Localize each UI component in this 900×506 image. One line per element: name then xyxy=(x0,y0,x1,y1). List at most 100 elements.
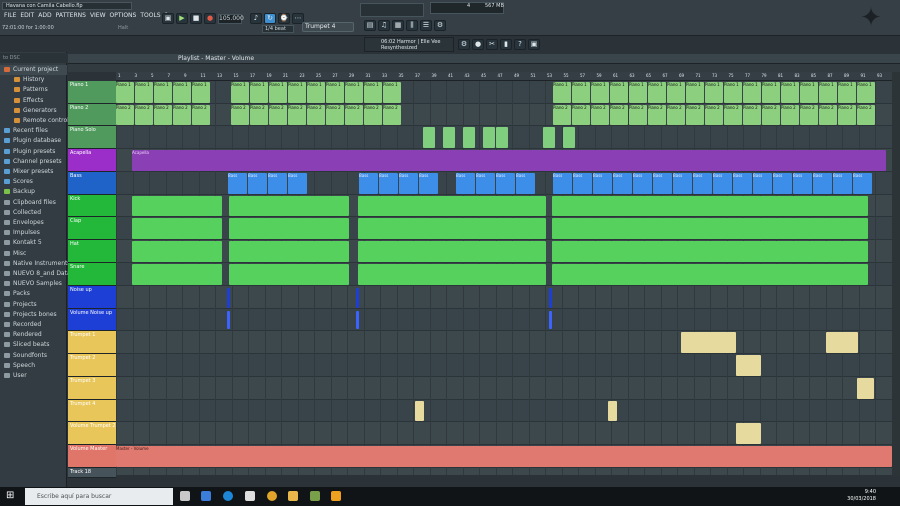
pattern-clip[interactable]: Bass xyxy=(593,173,612,194)
pattern-clip[interactable] xyxy=(549,311,552,329)
menu-options[interactable]: OPTIONS xyxy=(110,12,137,20)
pattern-clip[interactable]: Piano 2 xyxy=(724,105,742,125)
pattern-clip[interactable]: Piano 2 xyxy=(667,105,685,125)
pattern-clip[interactable]: Bass xyxy=(268,173,287,194)
pattern-clip[interactable]: Bass xyxy=(359,173,378,194)
pattern-clip[interactable]: Piano 1 xyxy=(135,82,153,103)
pattern-clip[interactable]: Bass xyxy=(379,173,398,194)
pattern-clip[interactable]: Piano 2 xyxy=(307,105,325,125)
cut-icon[interactable]: ✂ xyxy=(486,39,498,50)
pattern-clip[interactable]: Piano 1 xyxy=(838,82,856,103)
track-header[interactable]: Trumpet 2 xyxy=(68,354,116,377)
pattern-clip[interactable]: Bass xyxy=(713,173,732,194)
view-playlist-icon[interactable]: ▤ xyxy=(364,20,376,31)
pattern-selector[interactable]: Trumpet 4 xyxy=(302,22,354,32)
track-header[interactable]: Bass xyxy=(68,172,116,195)
app2-icon[interactable] xyxy=(310,491,320,501)
pattern-clip[interactable] xyxy=(496,127,508,148)
pattern-clip[interactable]: Bass xyxy=(613,173,632,194)
pattern-clip[interactable] xyxy=(552,241,868,262)
pattern-clip[interactable]: Piano 2 xyxy=(572,105,590,125)
pattern-clip[interactable]: Piano 1 xyxy=(667,82,685,103)
menu-patterns[interactable]: PATTERNS xyxy=(56,12,86,20)
pattern-clip[interactable] xyxy=(681,332,736,353)
pattern-clip[interactable]: Bass xyxy=(853,173,872,194)
settings-icon[interactable]: ⚙ xyxy=(458,39,470,50)
pattern-clip[interactable]: Bass xyxy=(573,173,592,194)
chrome-icon[interactable] xyxy=(267,491,277,501)
pattern-clip[interactable]: Piano 1 xyxy=(307,82,325,103)
pattern-clip[interactable]: Piano 1 xyxy=(231,82,249,103)
pattern-clip[interactable]: Piano 2 xyxy=(743,105,761,125)
pattern-clip[interactable] xyxy=(826,332,858,353)
pattern-clip[interactable]: Bass xyxy=(733,173,752,194)
browser-item[interactable]: Collected xyxy=(0,208,67,218)
pattern-clip[interactable]: Piano 1 xyxy=(819,82,837,103)
pattern-clip[interactable] xyxy=(423,127,435,148)
pattern-clip[interactable] xyxy=(356,288,359,308)
pattern-clip[interactable]: Bass xyxy=(673,173,692,194)
pattern-clip[interactable]: Bass xyxy=(633,173,652,194)
pattern-clip[interactable]: Piano 2 xyxy=(326,105,344,125)
browser-item[interactable]: Rendered xyxy=(0,330,67,340)
pattern-clip[interactable] xyxy=(736,423,761,444)
pattern-clip[interactable]: Piano 1 xyxy=(857,82,875,103)
track-header[interactable]: Trumpet 3 xyxy=(68,377,116,400)
browser-item[interactable]: Effects xyxy=(0,96,67,106)
pattern-clip[interactable]: Piano 1 xyxy=(648,82,666,103)
browser-item[interactable]: Kontakt 5 xyxy=(0,238,67,248)
track-header[interactable]: Hat xyxy=(68,240,116,263)
wait-icon[interactable]: ↻ xyxy=(264,13,276,24)
fl-studio-icon[interactable] xyxy=(331,491,341,501)
pattern-clip[interactable]: Piano 2 xyxy=(364,105,382,125)
pattern-clip[interactable] xyxy=(552,218,868,239)
countdown-icon[interactable]: ⌚ xyxy=(278,13,290,24)
pattern-clip[interactable]: Bass xyxy=(248,173,267,194)
pattern-clip[interactable]: Piano 1 xyxy=(724,82,742,103)
pattern-clip[interactable] xyxy=(132,264,222,285)
vertical-scrollbar[interactable] xyxy=(892,72,900,476)
pattern-clip[interactable] xyxy=(415,401,424,421)
pattern-clip[interactable]: Piano 1 xyxy=(762,82,780,103)
taskbar-search[interactable]: Escribe aquí para buscar xyxy=(25,488,173,505)
pattern-clip[interactable]: Bass xyxy=(833,173,852,194)
browser-item[interactable]: Current project xyxy=(0,65,67,75)
view-mixer-icon[interactable]: ⫼ xyxy=(406,20,418,31)
pattern-clip[interactable]: Piano 2 xyxy=(762,105,780,125)
pattern-clip[interactable] xyxy=(358,196,546,216)
menu-view[interactable]: VIEW xyxy=(90,12,106,20)
browser-item[interactable]: Native Instruments xyxy=(0,259,70,269)
pattern-clip[interactable] xyxy=(358,241,546,262)
pattern-clip[interactable]: Piano 2 xyxy=(345,105,363,125)
pattern-clip[interactable]: Piano 2 xyxy=(154,105,172,125)
pattern-clip[interactable]: Bass xyxy=(456,173,475,194)
browser-item[interactable]: Recorded xyxy=(0,320,67,330)
pattern-clip[interactable]: Piano 2 xyxy=(781,105,799,125)
pattern-clip[interactable]: Piano 2 xyxy=(383,105,401,125)
task-view-icon[interactable] xyxy=(180,491,190,501)
pattern-clip[interactable]: Bass xyxy=(419,173,438,194)
pattern-clip[interactable]: Bass xyxy=(288,173,307,194)
pattern-clip[interactable]: Piano 1 xyxy=(553,82,571,103)
pattern-clip[interactable]: Piano 1 xyxy=(269,82,287,103)
track-header[interactable]: Snare xyxy=(68,263,116,286)
pattern-clip[interactable]: Piano 2 xyxy=(629,105,647,125)
pattern-clip[interactable] xyxy=(356,311,359,329)
pattern-clip[interactable]: Bass xyxy=(516,173,535,194)
browser-item[interactable]: Projects xyxy=(0,300,67,310)
browser-item[interactable]: Backup xyxy=(0,187,67,197)
browser-item[interactable]: Channel presets xyxy=(0,157,67,167)
menu-add[interactable]: ADD xyxy=(38,12,51,20)
browser-item[interactable]: Misc xyxy=(0,249,67,259)
pattern-clip[interactable]: Bass xyxy=(773,173,792,194)
pattern-clip[interactable]: Piano 2 xyxy=(269,105,287,125)
metronome-icon[interactable]: ♪ xyxy=(250,13,262,24)
track-header[interactable]: Volume Master xyxy=(68,445,116,468)
browser-item[interactable]: Remote control xyxy=(0,116,69,126)
track-header[interactable]: Volume Trumpet 2 xyxy=(68,422,116,445)
pattern-clip[interactable]: Bass xyxy=(553,173,572,194)
pattern-clip[interactable]: Master - Volume xyxy=(116,446,892,467)
pattern-clip[interactable] xyxy=(736,355,761,376)
track-header[interactable]: Kick xyxy=(68,195,116,217)
pattern-clip[interactable]: Piano 1 xyxy=(743,82,761,103)
